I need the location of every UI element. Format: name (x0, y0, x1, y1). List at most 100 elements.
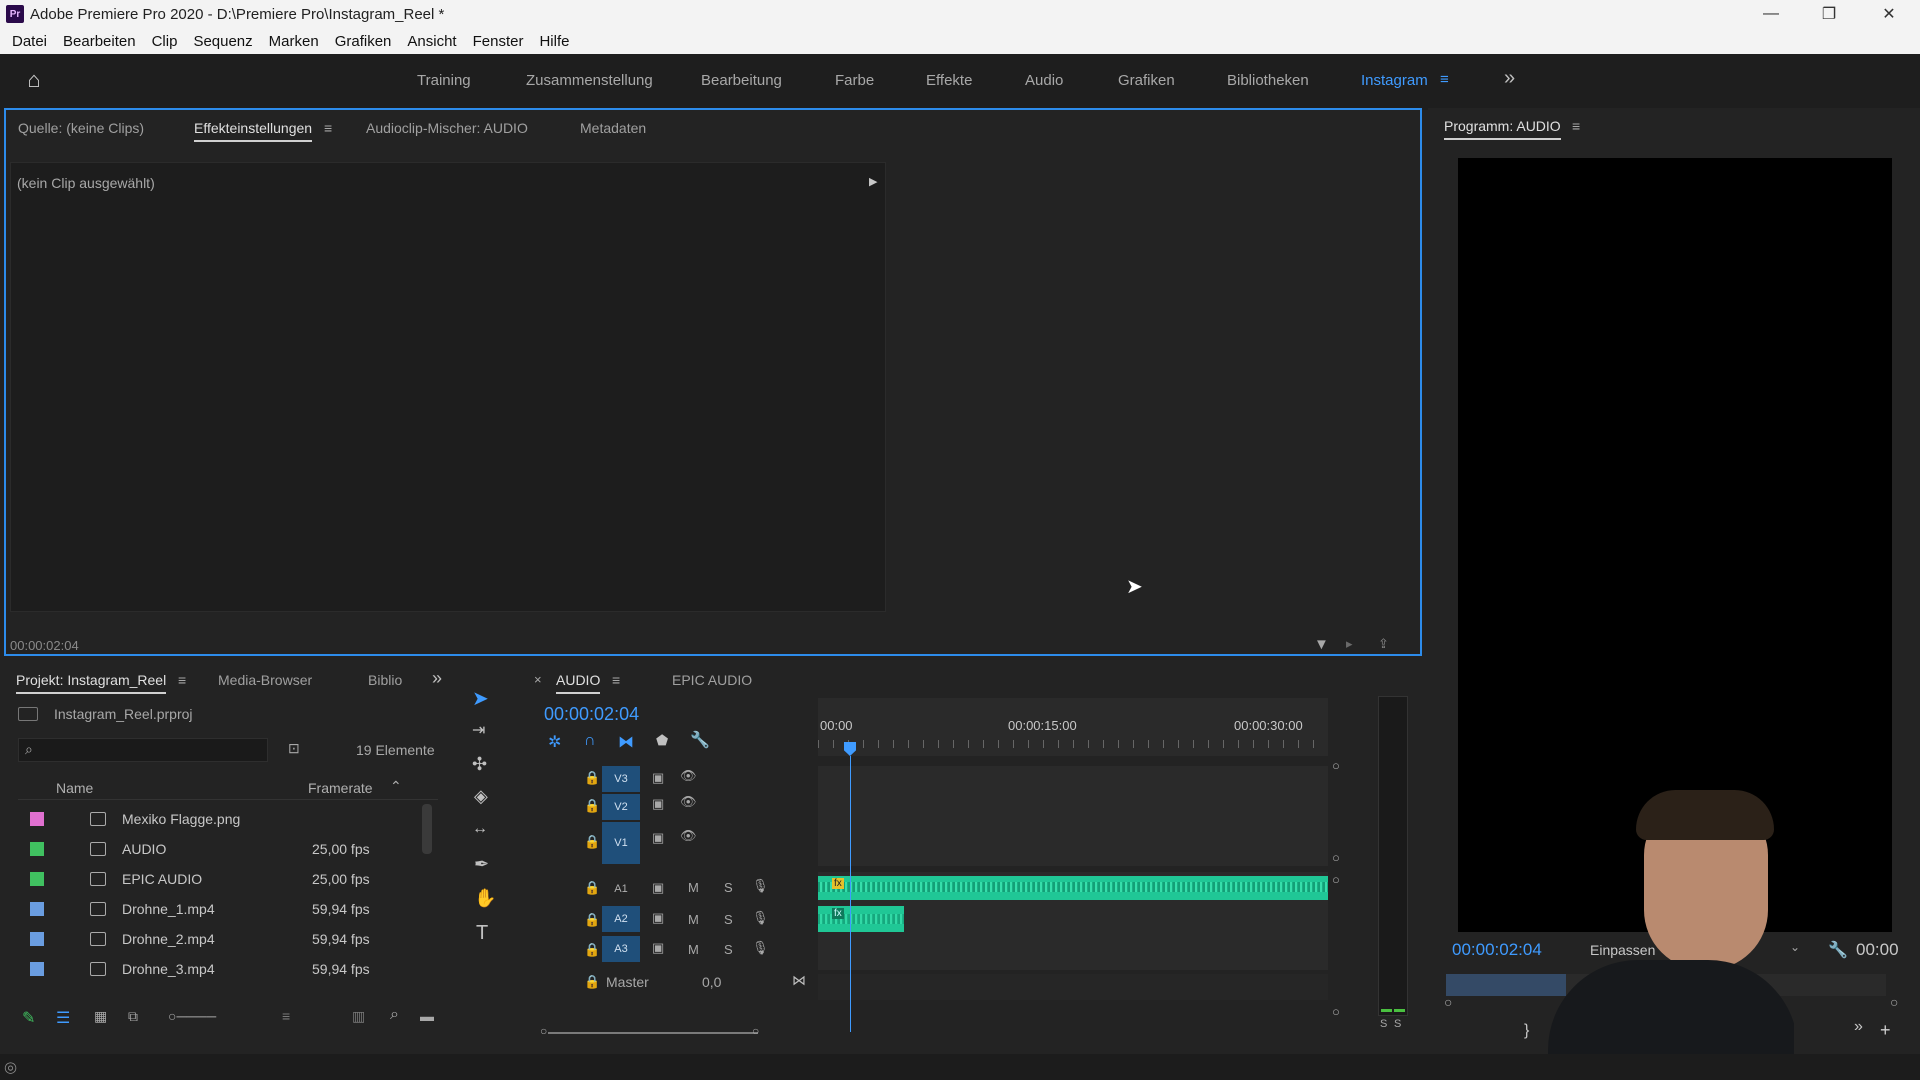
mute-a2-button[interactable]: M (688, 912, 699, 927)
project-item-row[interactable]: Drohne_3.mp4 59,94 fps (22, 954, 432, 984)
sync-v2-icon[interactable]: ▣ (652, 796, 664, 812)
ripple-edit-tool-icon[interactable]: ✣ (472, 754, 487, 775)
home-icon[interactable]: ⌂ (22, 67, 46, 92)
menu-bearbeiten[interactable]: Bearbeiten (55, 33, 144, 50)
workspace-training[interactable]: Training (417, 72, 471, 89)
sync-v3-icon[interactable]: ▣ (652, 770, 664, 786)
nest-icon[interactable]: ✲ (548, 732, 561, 752)
maximize-button[interactable]: ❐ (1800, 0, 1858, 28)
sort-icon[interactable]: ≡ (282, 1008, 290, 1024)
mute-a1-button[interactable]: M (688, 880, 699, 895)
track-v2[interactable]: V2 (602, 794, 640, 820)
solo-a1-button[interactable]: S (724, 880, 733, 895)
selection-tool-icon[interactable]: ➤ (472, 686, 489, 711)
export-icon[interactable]: ⇪ (1378, 636, 1389, 652)
menu-sequenz[interactable]: Sequenz (185, 33, 260, 50)
master-bowtie-icon[interactable]: ⋈ (792, 972, 806, 989)
zoom-right-handle-icon[interactable]: ○ (752, 1024, 759, 1038)
eye-v2-icon[interactable]: 👁 (680, 794, 697, 810)
label-color-swatch[interactable] (30, 872, 44, 886)
audio-clip-a2[interactable]: fx (818, 906, 904, 932)
hand-tool-icon[interactable]: ✋ (474, 888, 496, 909)
new-bin-icon[interactable]: ▬ (420, 1008, 434, 1024)
workspace-farbe[interactable]: Farbe (835, 72, 874, 89)
workspace-instagram[interactable]: Instagram (1361, 72, 1428, 89)
track-v1[interactable]: V1 (602, 822, 640, 864)
effect-controls-menu-icon[interactable]: ≡ (324, 120, 332, 136)
project-item-row[interactable]: Mexiko Flagge.png (22, 804, 432, 834)
zoom-left-handle-icon[interactable]: ○ (540, 1024, 547, 1038)
timeline-ruler[interactable]: 00:00 00:00:15:00 00:00:30:00 (818, 698, 1328, 756)
tab-source[interactable]: Quelle: (keine Clips) (18, 120, 144, 136)
lock-v3-icon[interactable]: 🔒 (584, 770, 600, 786)
wrench-icon[interactable]: 🔧 (1828, 940, 1848, 960)
sync-a2-icon[interactable]: ▣ (652, 910, 664, 926)
menu-hilfe[interactable]: Hilfe (531, 33, 577, 50)
label-color-swatch[interactable] (30, 902, 44, 916)
mic-a2-icon[interactable]: 🎙 (752, 910, 769, 926)
lock-v2-icon[interactable]: 🔒 (584, 798, 600, 814)
expand-arrow-icon[interactable]: ▶ (869, 175, 877, 188)
label-color-swatch[interactable] (30, 812, 44, 826)
razor-tool-icon[interactable]: ◈ (474, 786, 488, 807)
master-volume-value[interactable]: 0,0 (702, 974, 721, 990)
tab-audio-clip-mixer[interactable]: Audioclip-Mischer: AUDIO (366, 120, 528, 136)
more-panels-icon[interactable]: » (432, 668, 442, 689)
workspace-zusammenstellung[interactable]: Zusammenstellung (526, 72, 653, 89)
zoom-slider[interactable]: ○──── (168, 1008, 216, 1024)
more-controls-icon[interactable]: » (1854, 1018, 1863, 1036)
zoom-handle-left-icon[interactable]: ○ (1444, 994, 1452, 1010)
solo-right-button[interactable]: S (1394, 1018, 1401, 1030)
program-monitor-menu-icon[interactable]: ≡ (1572, 118, 1580, 134)
new-search-bin-icon[interactable]: ⊡ (288, 740, 300, 757)
sync-a1-icon[interactable]: ▣ (652, 880, 664, 896)
sync-a3-icon[interactable]: ▣ (652, 940, 664, 956)
track-select-tool-icon[interactable]: ⇥ (472, 720, 485, 740)
project-item-row[interactable]: EPIC AUDIO 25,00 fps (22, 864, 432, 894)
tab-libraries[interactable]: Biblio (368, 672, 402, 688)
minimize-button[interactable]: — (1742, 0, 1800, 28)
workspace-bearbeitung[interactable]: Bearbeitung (701, 72, 782, 89)
icon-view-icon[interactable]: ▦ (94, 1008, 107, 1025)
tab-sequence-audio[interactable]: AUDIO (556, 672, 601, 694)
track-v3[interactable]: V3 (602, 766, 640, 792)
timeline-menu-icon[interactable]: ≡ (612, 672, 620, 688)
close-button[interactable]: ✕ (1860, 0, 1918, 28)
track-a2[interactable]: A2 (602, 906, 640, 932)
project-item-row[interactable]: AUDIO 25,00 fps (22, 834, 432, 864)
workspace-grafiken[interactable]: Grafiken (1118, 72, 1175, 89)
track-a1[interactable]: A1 (602, 876, 640, 902)
label-color-swatch[interactable] (30, 932, 44, 946)
zoom-handle-right-icon[interactable]: ○ (1890, 994, 1898, 1010)
sort-chevron-up-icon[interactable]: ⌃ (390, 778, 402, 795)
track-a3[interactable]: A3 (602, 936, 640, 962)
tab-metadata[interactable]: Metadaten (580, 120, 646, 136)
column-framerate[interactable]: Framerate (308, 780, 373, 796)
audio-scroll-top-handle-icon[interactable]: ○ (1332, 872, 1340, 887)
menu-ansicht[interactable]: Ansicht (399, 33, 464, 50)
menu-marken[interactable]: Marken (261, 33, 327, 50)
project-item-row[interactable]: Drohne_2.mp4 59,94 fps (22, 924, 432, 954)
menu-grafiken[interactable]: Grafiken (327, 33, 400, 50)
lock-master-icon[interactable]: 🔒 (584, 974, 600, 990)
pencil-icon[interactable]: ✎ (22, 1008, 35, 1028)
play-audio-icon[interactable]: ▸ (1346, 636, 1353, 652)
add-marker-icon[interactable]: ⬟ (656, 732, 668, 749)
slip-tool-icon[interactable]: ↔ (472, 820, 488, 838)
close-sequence-icon[interactable]: × (534, 672, 542, 687)
timeline-timecode[interactable]: 00:00:02:04 (544, 704, 639, 725)
menu-datei[interactable]: Datei (4, 33, 55, 50)
video-scroll-bottom-handle-icon[interactable]: ○ (1332, 850, 1340, 865)
solo-a3-button[interactable]: S (724, 942, 733, 957)
lock-a1-icon[interactable]: 🔒 (584, 880, 600, 896)
lock-a2-icon[interactable]: 🔒 (584, 912, 600, 928)
workspace-effekte[interactable]: Effekte (926, 72, 972, 89)
automate-to-sequence-icon[interactable]: ▥ (352, 1008, 365, 1025)
menu-clip[interactable]: Clip (144, 33, 186, 50)
tab-project[interactable]: Projekt: Instagram_Reel (16, 672, 167, 694)
mic-a3-icon[interactable]: 🎙 (752, 940, 769, 956)
project-menu-icon[interactable]: ≡ (178, 672, 186, 688)
timeline-settings-wrench-icon[interactable]: 🔧 (690, 730, 710, 750)
tab-media-browser[interactable]: Media-Browser (218, 672, 312, 688)
lock-v1-icon[interactable]: 🔒 (584, 834, 600, 850)
